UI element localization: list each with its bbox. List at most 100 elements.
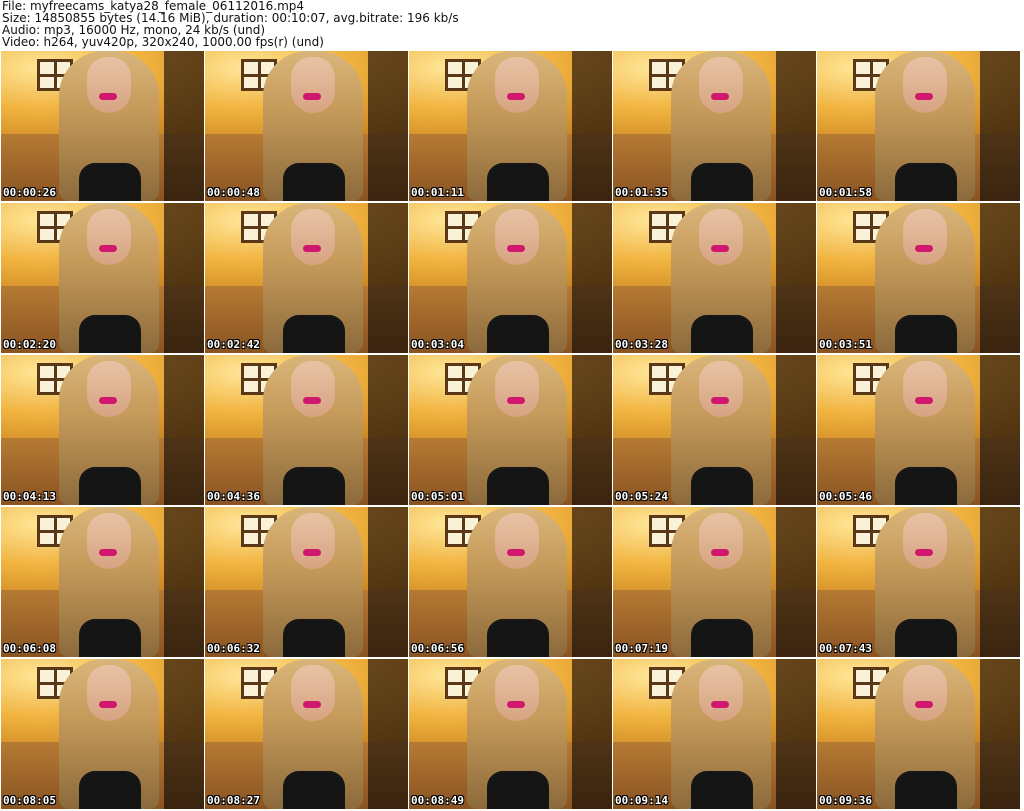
- lips: [507, 93, 525, 100]
- thumbnail-timestamp: 00:09:14: [615, 794, 668, 807]
- video-thumbnail: 00:07:43: [817, 507, 1020, 657]
- face: [495, 513, 539, 569]
- face: [699, 665, 743, 721]
- doorway: [368, 203, 408, 353]
- clothing: [79, 467, 141, 505]
- doorway: [980, 507, 1020, 657]
- video-thumbnail: 00:01:58: [817, 51, 1020, 201]
- person-figure: [467, 203, 567, 353]
- thumbnail-timestamp: 00:06:32: [207, 642, 260, 655]
- clothing: [487, 467, 549, 505]
- doorway: [164, 507, 204, 657]
- thumbnail-timestamp: 00:08:05: [3, 794, 56, 807]
- thumbnail-timestamp: 00:05:46: [819, 490, 872, 503]
- face: [291, 361, 335, 417]
- clothing: [79, 771, 141, 809]
- video-thumbnail: 00:02:42: [205, 203, 408, 353]
- person-figure: [467, 507, 567, 657]
- face: [87, 57, 131, 113]
- lips: [915, 397, 933, 404]
- person-figure: [263, 355, 363, 505]
- face: [903, 57, 947, 113]
- clothing: [79, 163, 141, 201]
- video-thumbnail: 00:03:28: [613, 203, 816, 353]
- person-figure: [467, 355, 567, 505]
- clothing: [487, 315, 549, 353]
- face: [87, 665, 131, 721]
- lips: [303, 245, 321, 252]
- doorway: [368, 51, 408, 201]
- lips: [711, 701, 729, 708]
- person-figure: [263, 659, 363, 809]
- video-thumbnail: 00:05:24: [613, 355, 816, 505]
- video-thumbnail: 00:01:11: [409, 51, 612, 201]
- face: [291, 209, 335, 265]
- lips: [711, 93, 729, 100]
- thumbnail-timestamp: 00:00:26: [3, 186, 56, 199]
- thumbnail-timestamp: 00:03:51: [819, 338, 872, 351]
- face: [291, 665, 335, 721]
- face: [87, 361, 131, 417]
- doorway: [368, 355, 408, 505]
- clothing: [283, 163, 345, 201]
- thumbnail-timestamp: 00:08:49: [411, 794, 464, 807]
- lips: [99, 93, 117, 100]
- doorway: [572, 203, 612, 353]
- face: [291, 57, 335, 113]
- video-thumbnail: 00:00:48: [205, 51, 408, 201]
- person-figure: [875, 203, 975, 353]
- clothing: [691, 315, 753, 353]
- lips: [507, 549, 525, 556]
- lips: [507, 245, 525, 252]
- lips: [303, 93, 321, 100]
- person-figure: [671, 659, 771, 809]
- person-figure: [263, 203, 363, 353]
- person-figure: [671, 507, 771, 657]
- video-thumbnail: 00:05:01: [409, 355, 612, 505]
- face: [495, 57, 539, 113]
- thumbnail-timestamp: 00:06:08: [3, 642, 56, 655]
- clothing: [79, 315, 141, 353]
- clothing: [895, 315, 957, 353]
- person-figure: [875, 355, 975, 505]
- face: [699, 513, 743, 569]
- file-info-header: File: myfreecams_katya28_female_06112016…: [2, 0, 459, 48]
- thumbnail-timestamp: 00:04:36: [207, 490, 260, 503]
- video-thumbnail: 00:00:26: [1, 51, 204, 201]
- doorway: [980, 659, 1020, 809]
- video-thumbnail: 00:06:32: [205, 507, 408, 657]
- thumbnail-timestamp: 00:06:56: [411, 642, 464, 655]
- lips: [915, 93, 933, 100]
- thumbnail-timestamp: 00:02:42: [207, 338, 260, 351]
- thumbnail-grid: 00:00:26 00:00:48 00:01:11 00:01:35 00:01:58…: [0, 51, 1024, 811]
- clothing: [895, 771, 957, 809]
- clothing: [487, 619, 549, 657]
- thumbnail-timestamp: 00:07:19: [615, 642, 668, 655]
- video-thumbnail: 00:04:36: [205, 355, 408, 505]
- video-thumbnail: 00:06:56: [409, 507, 612, 657]
- face: [495, 361, 539, 417]
- clothing: [691, 467, 753, 505]
- person-figure: [875, 507, 975, 657]
- face: [903, 209, 947, 265]
- lips: [507, 397, 525, 404]
- doorway: [368, 507, 408, 657]
- thumbnail-timestamp: 00:05:01: [411, 490, 464, 503]
- video-thumbnail: 00:03:04: [409, 203, 612, 353]
- face: [291, 513, 335, 569]
- doorway: [572, 659, 612, 809]
- lips: [303, 397, 321, 404]
- person-figure: [59, 659, 159, 809]
- clothing: [691, 163, 753, 201]
- doorway: [572, 355, 612, 505]
- person-figure: [671, 51, 771, 201]
- video-info-line: Video: h264, yuv420p, 320x240, 1000.00 f…: [2, 35, 324, 49]
- clothing: [895, 467, 957, 505]
- doorway: [572, 51, 612, 201]
- doorway: [776, 659, 816, 809]
- video-thumbnail: 00:08:49: [409, 659, 612, 809]
- thumbnail-timestamp: 00:01:58: [819, 186, 872, 199]
- lips: [711, 245, 729, 252]
- lips: [303, 701, 321, 708]
- face: [495, 209, 539, 265]
